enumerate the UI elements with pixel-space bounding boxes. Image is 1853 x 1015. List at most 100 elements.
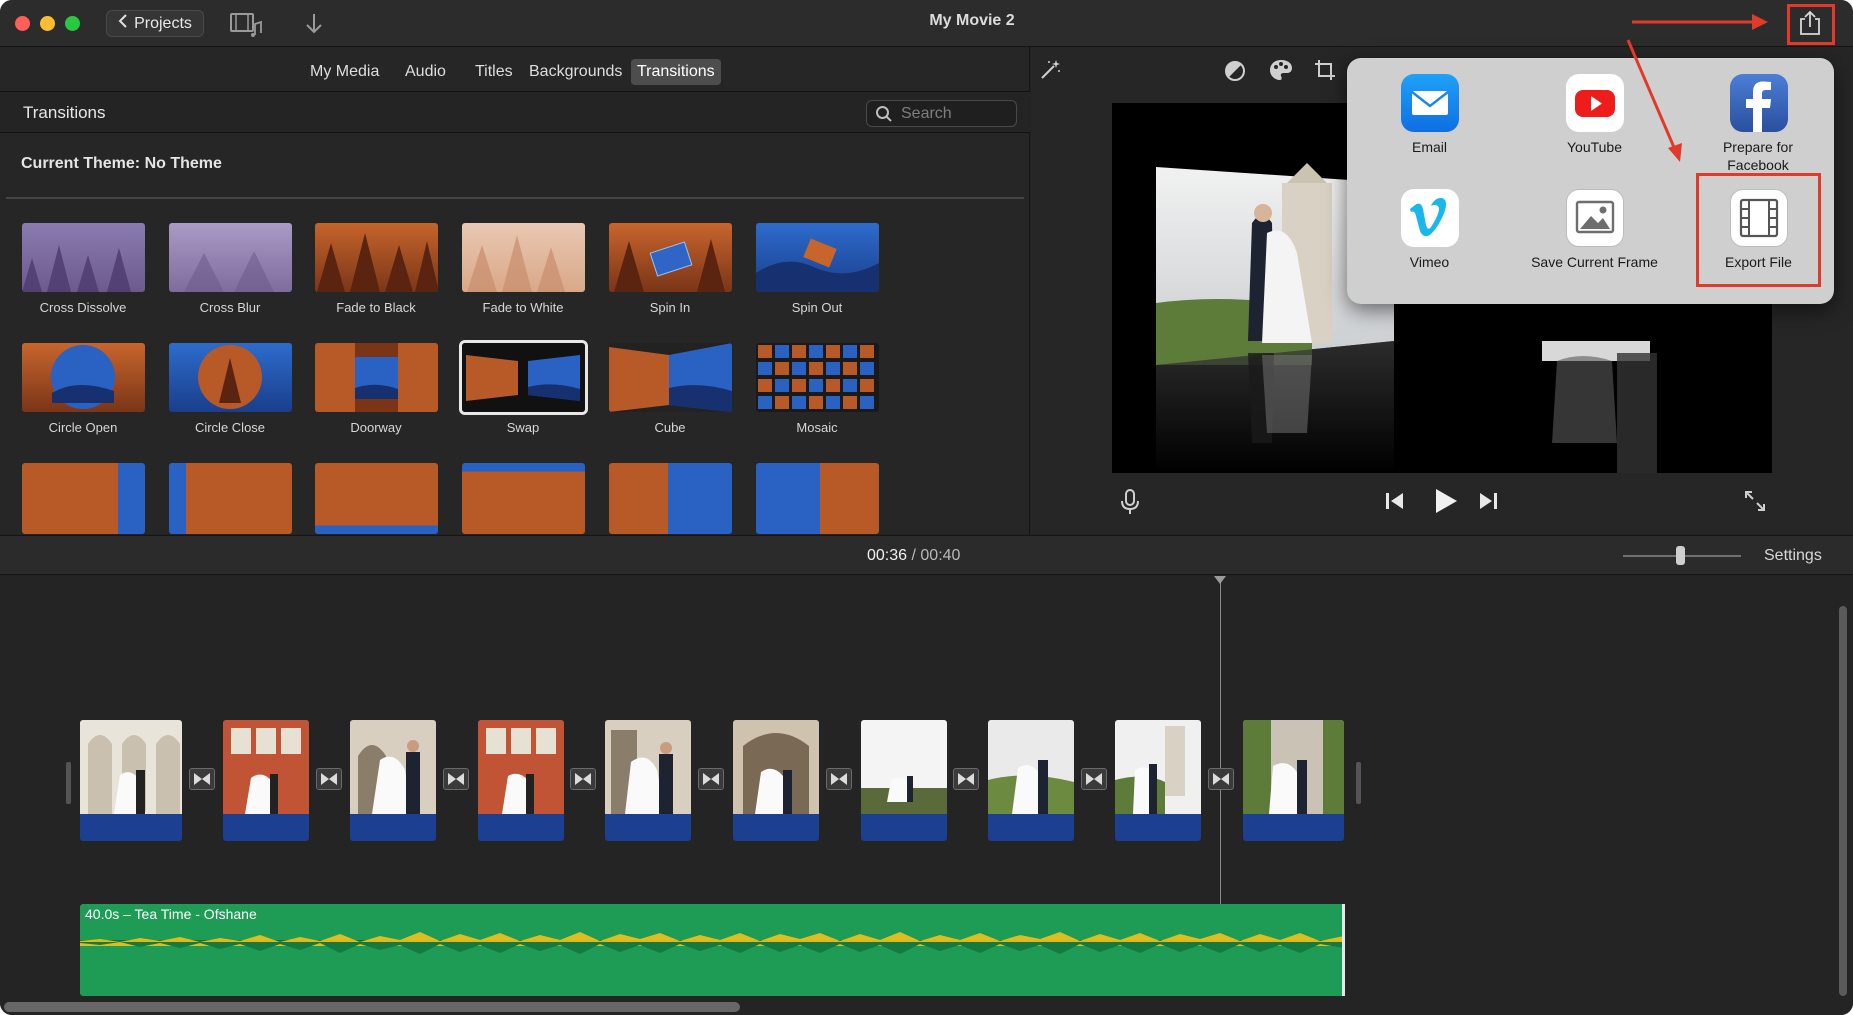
video-clip[interactable]: [1115, 720, 1201, 841]
color-balance-icon[interactable]: [1223, 59, 1247, 88]
transition-label: Doorway: [350, 420, 402, 435]
skip-forward-icon[interactable]: [1477, 490, 1499, 517]
transition-marker-icon[interactable]: [443, 768, 469, 790]
timeline-end-handle[interactable]: [1356, 762, 1361, 804]
audio-clip-end-handle[interactable]: [1342, 904, 1345, 996]
transition-marker-icon[interactable]: [826, 768, 852, 790]
transition-marker-icon[interactable]: [1208, 768, 1234, 790]
transition-marker-icon[interactable]: [570, 768, 596, 790]
transition-thumb[interactable]: [462, 463, 585, 534]
time-separator: /: [911, 547, 916, 564]
transition-thumb-circle-close[interactable]: [169, 343, 292, 412]
video-clip[interactable]: [223, 720, 309, 841]
skip-back-icon[interactable]: [1384, 490, 1406, 517]
transition-marker-icon[interactable]: [953, 768, 979, 790]
transition-marker-icon[interactable]: [316, 768, 342, 790]
zoom-slider-thumb[interactable]: [1676, 546, 1685, 565]
transition-label: Spin In: [649, 300, 691, 315]
transition-label: Fade to Black: [336, 300, 416, 315]
audio-clip[interactable]: 40.0s – Tea Time - Ofshane: [80, 904, 1344, 996]
tab-transitions[interactable]: Transitions: [631, 59, 721, 85]
timecode: 00:36 / 00:40: [867, 547, 960, 565]
media-tabs: My Media Audio Titles Backgrounds Transi…: [0, 59, 1030, 85]
share-youtube[interactable]: YouTube: [1512, 74, 1677, 156]
transition-thumb-swap[interactable]: [462, 343, 585, 412]
transition-thumb[interactable]: [169, 463, 292, 534]
fullscreen-icon[interactable]: [1743, 489, 1767, 518]
transition-thumb[interactable]: [22, 463, 145, 534]
export-file-highlight: [1696, 173, 1821, 287]
transition-label: Circle Close: [194, 420, 266, 435]
video-clip[interactable]: [478, 720, 564, 841]
timeline-start-handle[interactable]: [66, 762, 71, 804]
transition-marker-icon[interactable]: [1081, 768, 1107, 790]
photo-icon: [1565, 189, 1624, 247]
vertical-scrollbar[interactable]: [1839, 606, 1847, 996]
share-button-highlight: [1787, 4, 1835, 45]
transition-thumb-doorway[interactable]: [315, 343, 438, 412]
transition-thumb-fade-to-white[interactable]: [462, 223, 585, 292]
share-vimeo[interactable]: Vimeo: [1347, 189, 1512, 271]
share-vimeo-label: Vimeo: [1409, 254, 1450, 270]
share-facebook[interactable]: Prepare for Facebook: [1676, 74, 1841, 174]
current-time: 00:36: [867, 547, 908, 564]
transition-label: Cube: [654, 420, 686, 435]
video-clip[interactable]: [733, 720, 819, 841]
email-icon: [1400, 74, 1459, 132]
tab-audio[interactable]: Audio: [399, 59, 452, 85]
share-email[interactable]: Email: [1347, 74, 1512, 156]
theme-divider: [6, 197, 1024, 199]
transition-thumb[interactable]: [609, 463, 732, 534]
color-palette-icon[interactable]: [1268, 58, 1294, 87]
search-icon: [875, 105, 893, 128]
video-clip[interactable]: [988, 720, 1074, 841]
magic-wand-icon[interactable]: [1037, 57, 1063, 88]
transition-label: Swap: [506, 420, 540, 435]
microphone-icon[interactable]: [1119, 488, 1141, 521]
video-clip[interactable]: [1243, 720, 1344, 841]
transition-label: Circle Open: [48, 420, 118, 435]
total-time: 00:40: [920, 547, 961, 564]
vimeo-icon: [1400, 189, 1459, 247]
transition-thumb[interactable]: [315, 463, 438, 534]
share-save-frame[interactable]: Save Current Frame: [1512, 189, 1677, 271]
media-browser: My Media Audio Titles Backgrounds Transi…: [0, 47, 1030, 534]
video-clip[interactable]: [350, 720, 436, 841]
transition-thumb-spin-out[interactable]: [756, 223, 879, 292]
search-field[interactable]: Search: [866, 100, 1017, 127]
playhead-marker[interactable]: [1214, 576, 1226, 584]
transition-thumb-circle-open[interactable]: [22, 343, 145, 412]
transition-thumb[interactable]: [756, 463, 879, 534]
transition-label: Spin Out: [791, 300, 843, 315]
share-facebook-label: Prepare for Facebook: [1722, 139, 1794, 173]
current-theme-label: Current Theme: No Theme: [21, 155, 222, 172]
timeline-settings-button[interactable]: Settings: [1764, 547, 1822, 565]
horizontal-scrollbar[interactable]: [4, 1002, 740, 1012]
transition-thumb-cube[interactable]: [609, 343, 732, 412]
transition-thumb-mosaic[interactable]: [756, 343, 879, 412]
video-clip[interactable]: [861, 720, 947, 841]
tab-titles[interactable]: Titles: [469, 59, 519, 85]
video-clip[interactable]: [605, 720, 691, 841]
library-title: Transitions: [23, 103, 106, 122]
transition-marker-icon[interactable]: [189, 768, 215, 790]
crop-icon[interactable]: [1313, 58, 1337, 87]
transition-marker-icon[interactable]: [698, 768, 724, 790]
share-youtube-label: YouTube: [1566, 139, 1622, 155]
search-placeholder: Search: [901, 105, 952, 122]
transition-label: Cross Dissolve: [39, 300, 127, 315]
tab-backgrounds[interactable]: Backgrounds: [523, 59, 628, 85]
share-save-frame-label: Save Current Frame: [1531, 254, 1658, 270]
title-bar: Projects My Movie 2: [0, 0, 1853, 47]
transition-thumb-spin-in[interactable]: [609, 223, 732, 292]
transition-thumb-fade-to-black[interactable]: [315, 223, 438, 292]
play-icon[interactable]: [1431, 487, 1459, 520]
transition-thumb-cross-dissolve[interactable]: [22, 223, 145, 292]
facebook-icon: [1729, 74, 1788, 132]
transition-label: Mosaic: [796, 420, 838, 435]
audio-clip-label: 40.0s – Tea Time - Ofshane: [85, 906, 257, 922]
library-header: Transitions Search: [0, 91, 1030, 133]
transition-thumb-cross-blur[interactable]: [169, 223, 292, 292]
tab-my-media[interactable]: My Media: [304, 59, 385, 85]
video-clip[interactable]: [80, 720, 182, 841]
